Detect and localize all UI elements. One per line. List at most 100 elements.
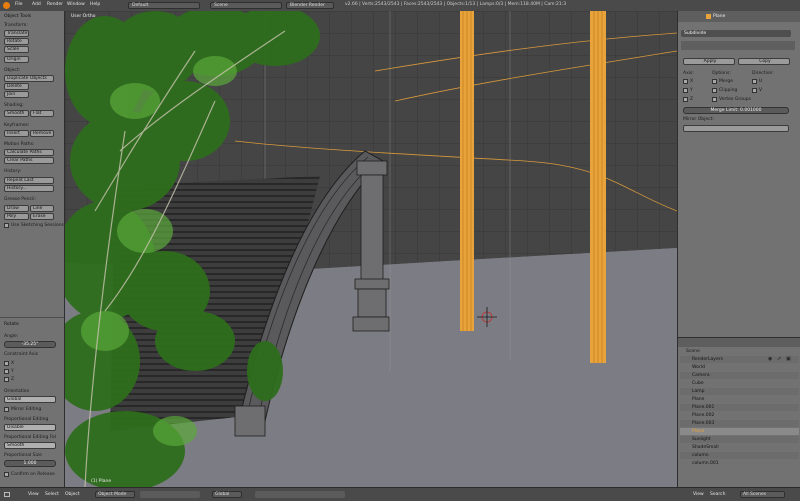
clear-paths-button[interactable]: Clear Paths xyxy=(4,157,54,164)
history-button[interactable]: History... xyxy=(4,185,54,192)
mode-select[interactable]: Object Mode xyxy=(95,491,135,498)
delete-button[interactable]: Delete xyxy=(4,83,29,90)
panel-title[interactable]: Object Tools xyxy=(4,14,31,19)
origin-button[interactable]: Origin xyxy=(4,56,29,63)
axis-y-checkbox[interactable] xyxy=(4,369,9,374)
insert-keyframe-button[interactable]: Insert xyxy=(4,130,29,137)
erase-button[interactable]: Erase xyxy=(30,213,54,220)
vertex-groups-checkbox[interactable] xyxy=(712,97,717,102)
cursor-icon[interactable]: ➚ xyxy=(777,356,781,362)
menu-add[interactable]: Add xyxy=(32,2,41,7)
outliner-menu-search[interactable]: Search xyxy=(710,492,725,497)
row-label: column xyxy=(692,453,709,458)
direction-v-checkbox[interactable] xyxy=(752,88,757,93)
row-label: Sunlight xyxy=(692,437,711,442)
clipping-label: Clipping xyxy=(719,88,738,93)
join-button[interactable]: Join xyxy=(4,91,29,98)
render-engine-select[interactable]: Blender Render xyxy=(286,2,334,9)
motion-paths-label: Motion Paths: xyxy=(4,142,35,147)
row-label: RenderLayers xyxy=(692,357,723,362)
menu-render[interactable]: Render xyxy=(47,2,63,7)
active-object-label: (1) Plane xyxy=(91,479,112,484)
duplicate-button[interactable]: Duplicate Objects xyxy=(4,75,54,82)
use-sketching-checkbox[interactable] xyxy=(4,223,9,228)
direction-v-label: V xyxy=(759,88,763,93)
line-button[interactable]: Line xyxy=(30,205,54,212)
remove-keyframe-button[interactable]: Remove xyxy=(30,130,54,137)
visibility-column: ◉ ➚ ▣ xyxy=(768,356,798,468)
merge-label: Merge xyxy=(719,79,734,84)
outliner: Scene RenderLayers World Camera Cube Lam… xyxy=(677,337,800,488)
pedestal xyxy=(234,405,266,437)
viewport-scene[interactable] xyxy=(65,11,677,487)
view-label: User Ortho xyxy=(71,14,96,19)
row-label: Plane.003 xyxy=(692,421,715,426)
mirror-y-label: Y xyxy=(690,88,693,93)
angle-field[interactable]: -35.25° xyxy=(4,341,56,348)
proportional-falloff-label: Proportional Editing Fal xyxy=(4,435,56,440)
proportional-falloff-select[interactable]: Smooth xyxy=(4,442,56,449)
merge-limit-field[interactable]: Merge Limit: 0.001000 xyxy=(683,107,789,114)
flat-button[interactable]: Flat xyxy=(30,110,54,117)
view3d-editor-icon[interactable] xyxy=(4,492,10,497)
layer-buttons[interactable] xyxy=(255,491,345,498)
mirror-editing-checkbox[interactable] xyxy=(4,407,9,412)
proportional-size-field[interactable]: 1.000 xyxy=(4,460,56,467)
orientation-select[interactable]: Global xyxy=(4,396,56,403)
outliner-header xyxy=(678,338,800,347)
mirror-editing-label: Mirror Editing xyxy=(11,407,42,412)
direction-u-checkbox[interactable] xyxy=(752,79,757,84)
draw-button[interactable]: Draw xyxy=(4,205,29,212)
scene-select[interactable]: Scene xyxy=(210,2,282,9)
merge-checkbox[interactable] xyxy=(712,79,717,84)
apply-button[interactable]: Apply xyxy=(683,58,735,65)
screen-layout-select[interactable]: Default xyxy=(128,2,200,9)
camera-icon[interactable]: ▣ xyxy=(786,356,791,362)
transform-orientation-select[interactable]: Global xyxy=(212,491,242,498)
confirm-release-checkbox[interactable] xyxy=(4,472,9,477)
smooth-button[interactable]: Smooth xyxy=(4,110,29,117)
mirror-z-checkbox[interactable] xyxy=(683,97,688,102)
mirror-object-label: Mirror Object: xyxy=(683,117,714,122)
proportional-size-label: Proportional Size xyxy=(4,453,42,458)
repeat-last-button[interactable]: Repeat Last xyxy=(4,177,54,184)
shading-buttons[interactable] xyxy=(140,491,200,498)
rotate-operator-title[interactable]: Rotate xyxy=(4,322,19,327)
eye-icon[interactable]: ◉ xyxy=(768,356,772,362)
menu-view[interactable]: View xyxy=(28,492,39,497)
modifier-name-field[interactable]: Subdivide xyxy=(681,30,791,37)
menu-help[interactable]: Help xyxy=(90,2,100,7)
scale-button[interactable]: Scale xyxy=(4,46,29,53)
mirror-object-field[interactable] xyxy=(683,125,789,132)
object-icon xyxy=(706,14,711,19)
menu-file[interactable]: File xyxy=(15,2,23,7)
rotate-button[interactable]: Rotate xyxy=(4,38,29,45)
axis-z-checkbox[interactable] xyxy=(4,377,9,382)
mirror-x-checkbox[interactable] xyxy=(683,79,688,84)
vertex-groups-label: Vertex Groups xyxy=(719,97,751,102)
row-label: Cube xyxy=(692,381,704,386)
calculate-paths-button[interactable]: Calculate Paths xyxy=(4,149,54,156)
copy-button[interactable]: Copy xyxy=(738,58,790,65)
axis-x-label: X xyxy=(11,361,15,366)
menu-select[interactable]: Select xyxy=(45,492,59,497)
menu-window[interactable]: Window xyxy=(67,2,85,7)
3d-viewport[interactable]: User Ortho (1) Plane xyxy=(65,11,677,487)
outliner-display-select[interactable]: All Scenes xyxy=(740,491,785,498)
axis-y-label: Y xyxy=(11,369,14,374)
properties-header xyxy=(678,11,800,22)
row-label: Plane xyxy=(692,397,705,402)
outliner-menu-view[interactable]: View xyxy=(693,492,704,497)
mirror-y-checkbox[interactable] xyxy=(683,88,688,93)
blender-logo-icon[interactable] xyxy=(3,2,10,9)
row-label: Camera xyxy=(692,373,710,378)
clipping-checkbox[interactable] xyxy=(712,88,717,93)
proportional-editing-select[interactable]: Disable xyxy=(4,424,56,431)
translate-button[interactable]: Translate xyxy=(4,30,29,37)
scene-row[interactable]: Scene xyxy=(686,349,700,354)
menu-object[interactable]: Object xyxy=(65,492,80,497)
axis-x-checkbox[interactable] xyxy=(4,361,9,366)
mirror-z-label: Z xyxy=(690,97,694,102)
poly-button[interactable]: Poly xyxy=(4,213,29,220)
row-label: Plane.001 xyxy=(692,405,715,410)
